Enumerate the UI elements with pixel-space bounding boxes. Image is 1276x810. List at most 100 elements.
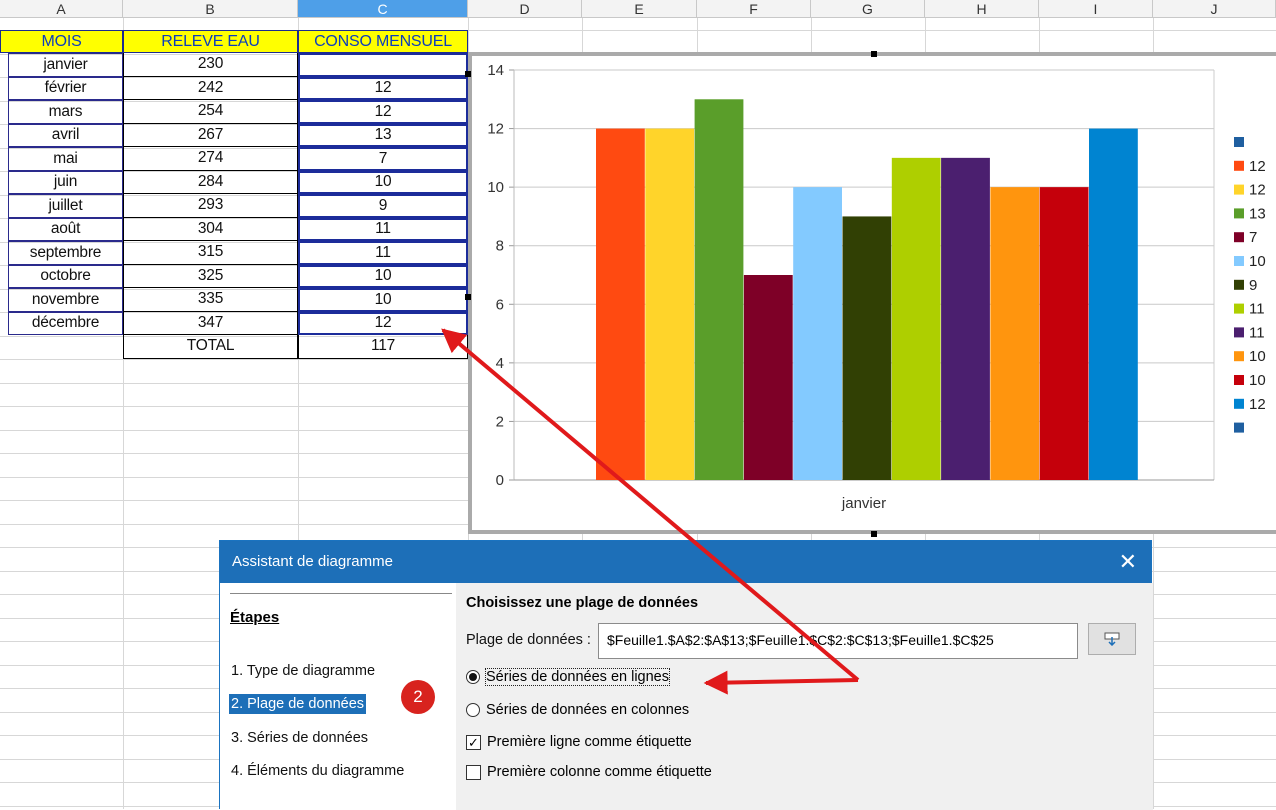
cell-mois[interactable]: juillet — [8, 194, 123, 218]
cell-releve[interactable]: 347 — [123, 311, 298, 335]
cell-conso[interactable]: 12 — [298, 76, 468, 100]
bar — [990, 187, 1040, 480]
header-releve-eau[interactable]: RELEVE EAU — [123, 30, 298, 53]
step-chart-type[interactable]: 1. Type de diagramme — [229, 661, 377, 681]
section-title: Choisissez une plage de données — [466, 595, 699, 611]
column-header-b[interactable]: B — [123, 0, 298, 18]
legend-swatch — [1234, 256, 1244, 266]
cell-total-label[interactable]: TOTAL — [123, 335, 298, 359]
legend-swatch — [1234, 303, 1244, 314]
radio-rows[interactable] — [466, 670, 480, 684]
cell-mois[interactable]: septembre — [8, 241, 123, 265]
option-series-columns[interactable]: Séries de données en colonnes — [466, 702, 689, 718]
cell-conso[interactable]: 12 — [298, 311, 468, 335]
step-number-badge: 2 — [401, 680, 435, 714]
cell-conso[interactable]: 10 — [298, 264, 468, 288]
header-conso-mensuel[interactable]: CONSO MENSUEL — [298, 30, 468, 53]
cell-mois[interactable]: juin — [8, 170, 123, 194]
y-tick-label: 12 — [487, 121, 504, 138]
legend-swatch — [1234, 375, 1244, 385]
cell-releve[interactable]: 293 — [123, 194, 298, 218]
cell-conso[interactable]: 13 — [298, 123, 468, 147]
close-icon[interactable]: ✕ — [1119, 549, 1137, 575]
step-data-range[interactable]: 2. Plage de données — [229, 694, 367, 714]
cell-releve[interactable]: 325 — [123, 264, 298, 288]
cell-releve[interactable]: 304 — [123, 217, 298, 241]
y-tick-label: 10 — [487, 179, 504, 196]
cell-mois[interactable]: janvier — [8, 53, 123, 77]
chart-object[interactable]: 0 2 4 6 8 10 12 14 janvier 12 12 13 7 10 9 11 11 10 10 12 — [468, 52, 1276, 534]
column-header-g[interactable]: G — [811, 0, 925, 18]
steps-title: Étapes — [230, 609, 280, 626]
cell-mois[interactable]: décembre — [8, 311, 123, 335]
chart-handle-left-mid[interactable] — [465, 294, 471, 300]
bar — [743, 275, 793, 480]
legend-swatch — [1234, 398, 1244, 409]
option-series-columns-label: Séries de données en colonnes — [486, 702, 690, 718]
cell-releve[interactable]: 335 — [123, 288, 298, 312]
cell-releve[interactable]: 267 — [123, 123, 298, 147]
cell-mois[interactable]: août — [8, 217, 123, 241]
cell-conso[interactable]: 11 — [298, 217, 468, 241]
legend-swatch — [1234, 184, 1244, 195]
chart-handle-top[interactable] — [871, 51, 877, 57]
cell-mois[interactable]: mai — [8, 147, 123, 171]
steps-divider — [230, 593, 452, 594]
step-chart-elements[interactable]: 4. Éléments du diagramme — [229, 761, 406, 781]
option-first-col-label[interactable]: Première colonne comme étiquette — [466, 764, 712, 780]
column-header-h[interactable]: H — [925, 0, 1039, 18]
column-header-c[interactable]: C — [298, 0, 468, 18]
checkbox-first-row[interactable]: ✓ — [466, 734, 481, 750]
column-header-i[interactable]: I — [1039, 0, 1153, 18]
cell-releve[interactable]: 230 — [123, 53, 298, 77]
legend-label: 13 — [1249, 205, 1266, 222]
chart-handle-bottom[interactable] — [871, 531, 877, 537]
y-tick-label: 0 — [496, 472, 504, 489]
data-range-input[interactable]: $Feuille1.$A$2:$A$13;$Feuille1.$C$2:$C$1… — [598, 623, 1078, 659]
cell-mois[interactable]: octobre — [8, 264, 123, 288]
y-tick-label: 14 — [487, 62, 504, 79]
column-header-d[interactable]: D — [468, 0, 582, 18]
chart-handle-left-top[interactable] — [465, 71, 471, 77]
column-header-a[interactable]: A — [0, 0, 123, 18]
legend-label: 12 — [1249, 396, 1266, 413]
cell-mois[interactable]: mars — [8, 100, 123, 124]
cell-releve[interactable]: 254 — [123, 100, 298, 124]
cell-conso[interactable]: 11 — [298, 241, 468, 265]
radio-columns[interactable] — [466, 703, 480, 717]
cell-conso[interactable]: 10 — [298, 288, 468, 312]
legend-swatch — [1234, 351, 1244, 362]
step-data-series[interactable]: 3. Séries de données — [229, 728, 370, 748]
option-first-row-label[interactable]: ✓ Première ligne comme étiquette — [466, 734, 692, 750]
cell-mois[interactable]: février — [8, 76, 123, 100]
column-header-j[interactable]: J — [1153, 0, 1276, 18]
legend-swatch — [1234, 232, 1244, 243]
header-mois[interactable]: MOIS — [0, 30, 123, 53]
cell-total-value[interactable]: 117 — [298, 335, 468, 359]
option-series-rows[interactable]: Séries de données en lignes — [466, 668, 670, 686]
y-tick-label: 2 — [496, 413, 504, 430]
bar — [941, 157, 990, 480]
cell-releve[interactable]: 284 — [123, 170, 298, 194]
bar — [596, 128, 645, 481]
cell-conso[interactable]: 12 — [298, 100, 468, 124]
legend-label: 11 — [1249, 324, 1265, 341]
cell-mois[interactable]: novembre — [8, 288, 123, 312]
cell-conso[interactable]: 7 — [298, 147, 468, 171]
cell-releve[interactable]: 242 — [123, 76, 298, 100]
cell-conso[interactable]: 9 — [298, 194, 468, 218]
column-header-f[interactable]: F — [697, 0, 811, 18]
y-tick-label: 4 — [496, 355, 504, 372]
cell-conso[interactable] — [298, 53, 468, 77]
cell-releve[interactable]: 315 — [123, 241, 298, 265]
legend-label: 10 — [1249, 348, 1266, 365]
cell-conso[interactable]: 10 — [298, 170, 468, 194]
cell-mois[interactable]: avril — [8, 123, 123, 147]
checkbox-first-col[interactable] — [466, 764, 481, 780]
cell-releve[interactable]: 274 — [123, 147, 298, 171]
bar — [694, 99, 744, 481]
bar — [842, 216, 892, 480]
column-header-e[interactable]: E — [582, 0, 697, 18]
legend-label: 12 — [1249, 182, 1266, 199]
select-range-button[interactable] — [1088, 623, 1136, 655]
